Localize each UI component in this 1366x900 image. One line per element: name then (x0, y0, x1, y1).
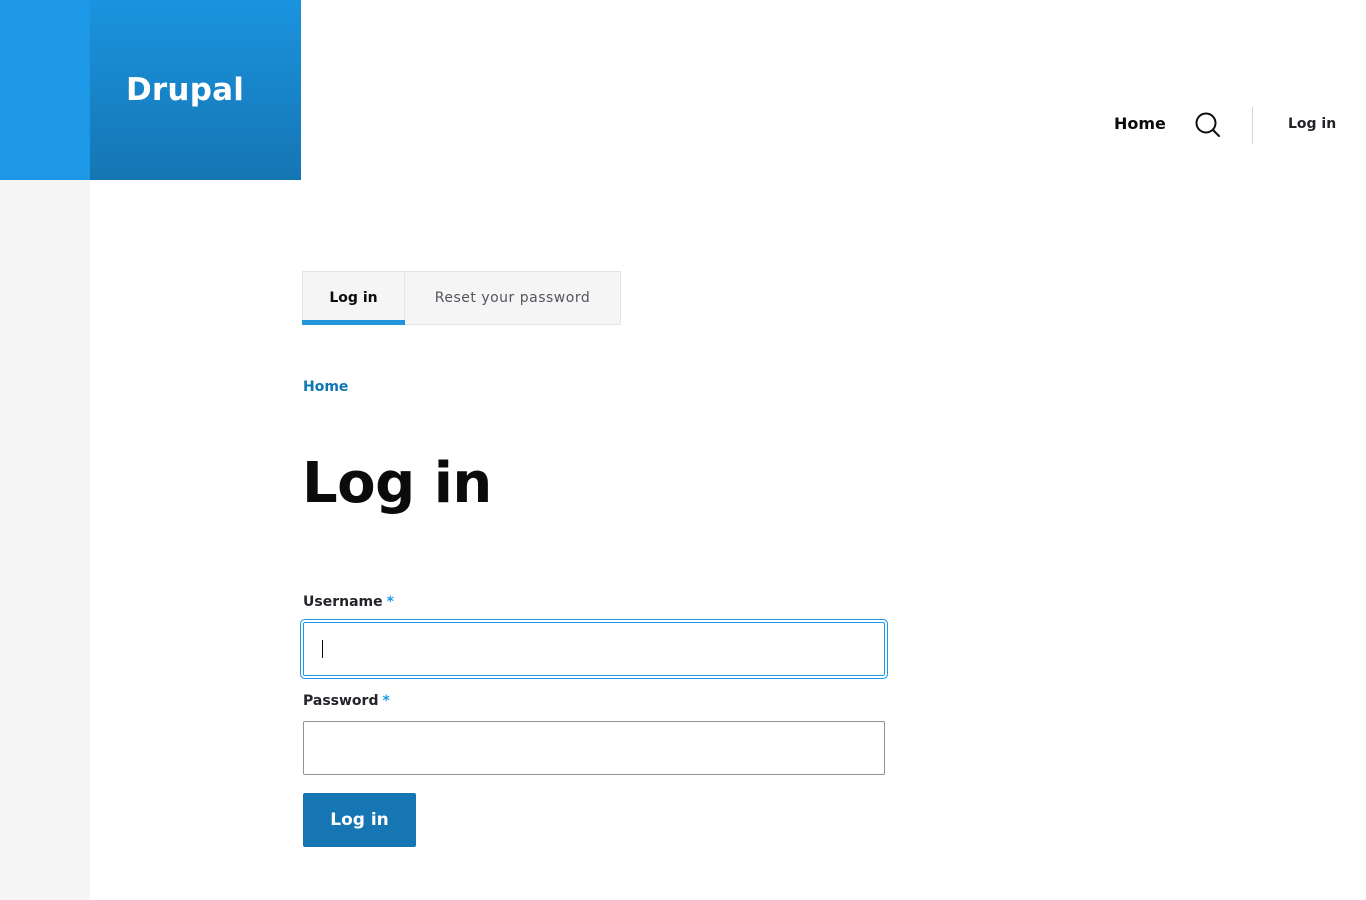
nav-home-link[interactable]: Home (1114, 114, 1166, 133)
local-tabs: Log in Reset your password (302, 271, 621, 325)
site-branding-link[interactable]: Drupal (90, 0, 301, 180)
tab-log-in[interactable]: Log in (302, 272, 405, 325)
password-label: Password * (303, 693, 390, 709)
username-input[interactable] (303, 622, 885, 676)
password-required-marker: * (382, 693, 390, 709)
username-label-text: Username (303, 594, 383, 610)
password-label-text: Password (303, 693, 379, 709)
tab-reset-password[interactable]: Reset your password (405, 272, 620, 324)
site-name: Drupal (126, 72, 245, 108)
username-label: Username * (303, 594, 394, 610)
header-brand-strip (0, 0, 90, 180)
breadcrumb-home[interactable]: Home (303, 379, 348, 395)
search-icon (1195, 112, 1220, 137)
nav-divider (1252, 107, 1253, 144)
username-required-marker: * (386, 594, 394, 610)
nav-login-link[interactable]: Log in (1288, 116, 1336, 132)
page-title: Log in (302, 451, 492, 516)
password-input[interactable] (303, 721, 885, 775)
search-button[interactable] (1193, 110, 1223, 140)
text-caret (322, 640, 323, 658)
left-gutter (0, 180, 90, 900)
login-submit-button[interactable]: Log in (303, 793, 416, 847)
